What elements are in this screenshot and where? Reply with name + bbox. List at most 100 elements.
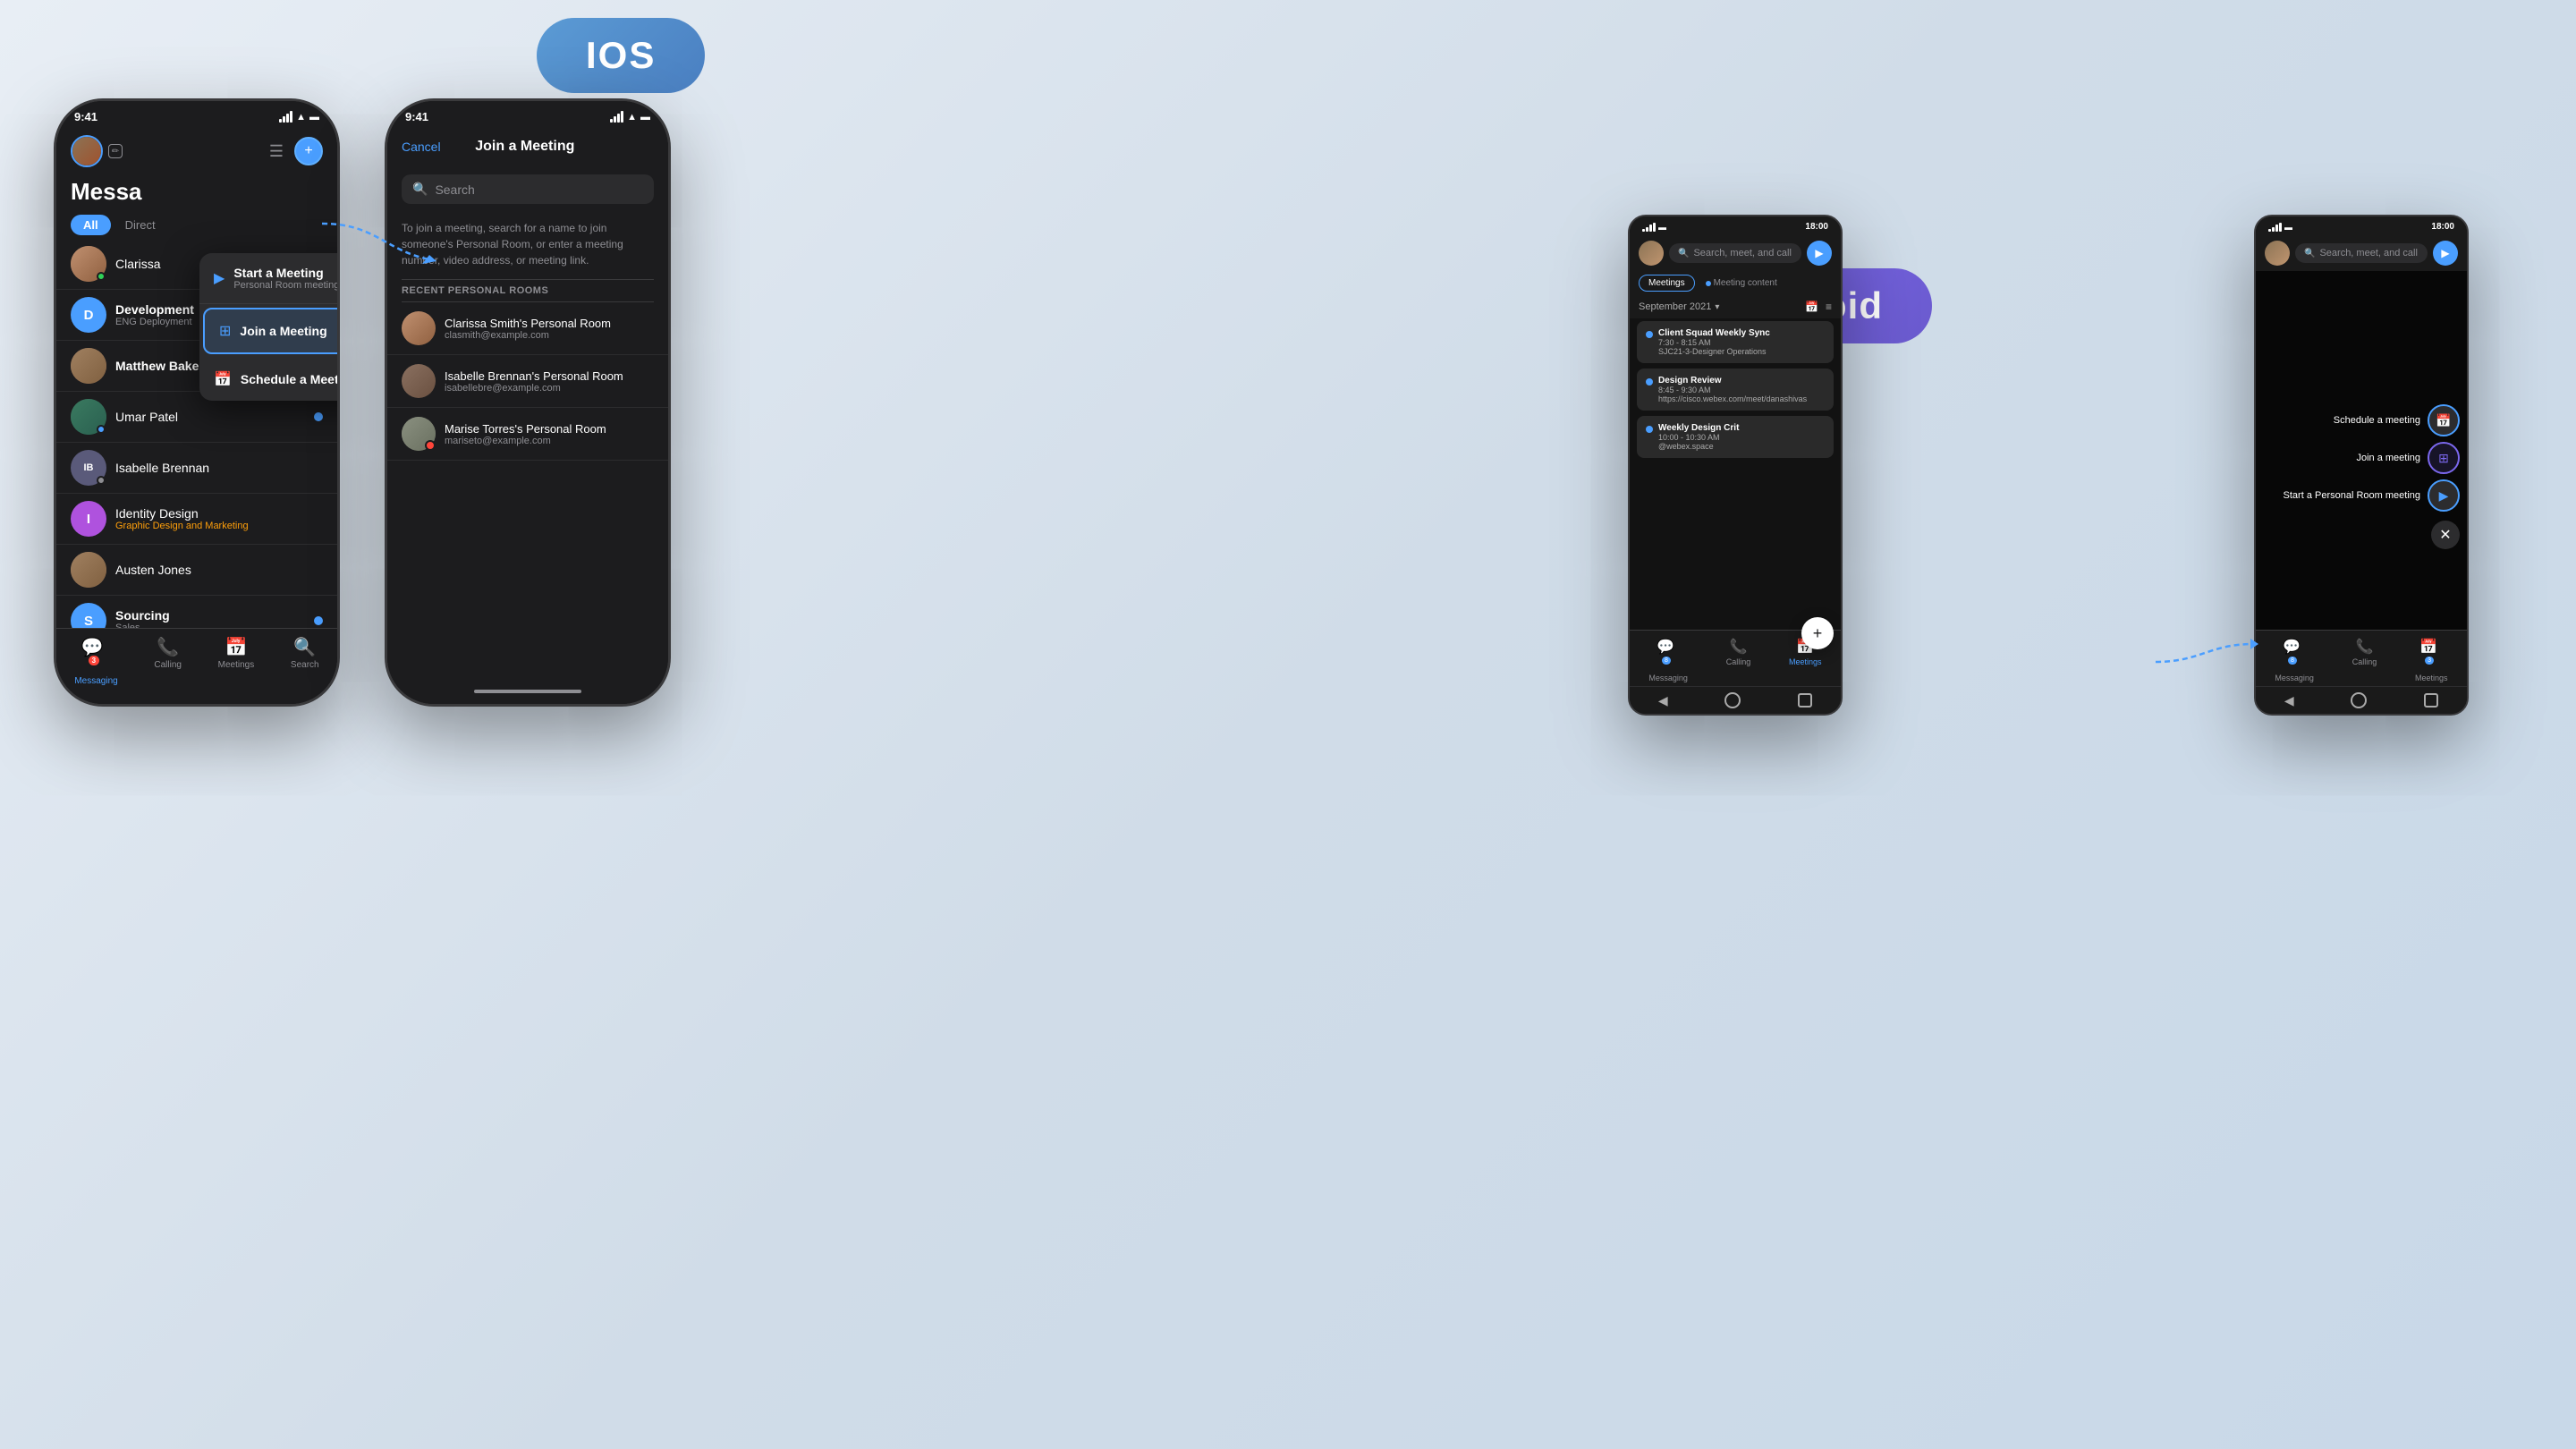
nav-calling[interactable]: 📞 Calling — [1726, 638, 1751, 682]
list-item[interactable]: Client Squad Weekly Sync 7:30 - 8:15 AM … — [1637, 321, 1834, 363]
nav-calling-label: Calling — [154, 660, 182, 670]
schedule-meeting-item[interactable]: Schedule a meeting 📅 — [2284, 404, 2460, 436]
meeting-link: https://cisco.webex.com/meet/danashivas — [1658, 394, 1807, 403]
list-item[interactable]: S Sourcing Sales — [56, 596, 337, 628]
avatar[interactable] — [1639, 241, 1664, 266]
battery-icon: ▬ — [309, 112, 319, 123]
meetings-tab[interactable]: Meetings — [1639, 275, 1695, 292]
recents-icon[interactable] — [1798, 693, 1812, 708]
nav-calling[interactable]: 📞 Calling — [2352, 638, 2377, 682]
bottom-nav: 💬 8 Messaging 📞 Calling 📅 3 Meetings — [2256, 630, 2467, 686]
start-meeting-option[interactable]: ▶ Start a Meeting Personal Room meeting — [199, 253, 340, 304]
video-call-button[interactable]: ▶ — [2433, 241, 2458, 266]
search-placeholder[interactable]: Search, meet, and call — [2319, 248, 2417, 258]
compose-icon[interactable]: ✏ — [108, 144, 123, 158]
meetings-list: Client Squad Weekly Sync 7:30 - 8:15 AM … — [1630, 318, 1841, 630]
back-icon[interactable]: ◀ — [1658, 693, 1668, 708]
home-icon[interactable] — [1724, 692, 1741, 708]
list-item[interactable]: IB Isabelle Brennan — [56, 443, 337, 494]
nav-messaging[interactable]: 💬 3 Messaging — [74, 636, 117, 686]
battery-icon: ▬ — [2284, 223, 2292, 232]
join-meeting-option[interactable]: ⊞ Join a Meeting — [203, 308, 340, 354]
wifi-icon: ▲ — [627, 112, 637, 123]
nav-search[interactable]: 🔍 Search — [291, 636, 319, 686]
list-item[interactable]: Austen Jones — [56, 545, 337, 596]
schedule-meeting-option[interactable]: 📅 Schedule a Meeting — [199, 358, 340, 401]
avatar: S — [71, 603, 106, 628]
search-input[interactable]: Search — [435, 182, 474, 197]
meeting-time: 8:45 - 9:30 AM — [1658, 386, 1807, 394]
search-placeholder[interactable]: Search, meet, and call — [1693, 248, 1791, 258]
phone1-status-bar: 9:41 ▲ ▬ — [56, 101, 337, 128]
fab-button[interactable]: + — [1801, 617, 1834, 649]
join-meeting-button[interactable]: ⊞ — [2428, 442, 2460, 474]
phone4-time: 18:00 — [2431, 222, 2454, 232]
meeting-time: 10:00 - 10:30 AM — [1658, 433, 1739, 442]
nav-meetings-label: Meetings — [218, 660, 255, 670]
schedule-meeting-label: Schedule a meeting — [2334, 415, 2420, 426]
list-item[interactable]: Design Review 8:45 - 9:30 AM https://cis… — [1637, 369, 1834, 411]
nav-messaging-label: Messaging — [1648, 674, 1688, 682]
start-room-button[interactable]: ▶ — [2428, 479, 2460, 512]
search-bar[interactable]: 🔍 Search, meet, and call — [1669, 243, 1801, 263]
avatar[interactable] — [2265, 241, 2290, 266]
nav-calling[interactable]: 📞 Calling — [154, 636, 182, 686]
list-icon[interactable]: ≡ — [1826, 301, 1832, 313]
arrow-connector-android — [2147, 626, 2263, 698]
schedule-meeting-button[interactable]: 📅 — [2428, 404, 2460, 436]
contact-sub: Sales — [115, 623, 305, 628]
join-meeting-item[interactable]: Join a meeting ⊞ — [2284, 442, 2460, 474]
contact-name: Umar Patel — [115, 410, 305, 424]
nav-messaging-label: Messaging — [74, 676, 117, 686]
room-email: isabellebre@example.com — [445, 383, 623, 394]
room-name: Isabelle Brennan's Personal Room — [445, 369, 623, 383]
list-item[interactable]: I Identity Design Graphic Design and Mar… — [56, 494, 337, 545]
nav-meetings[interactable]: 📅 3 Meetings — [2415, 638, 2448, 682]
nav-messaging[interactable]: 💬 8 Messaging — [1648, 638, 1688, 682]
android-header: 🔍 Search, meet, and call ▶ — [1630, 235, 1841, 271]
meeting-link: SJC21-3-Designer Operations — [1658, 347, 1770, 356]
signal-icon — [279, 112, 292, 123]
join-description: To join a meeting, search for a name to … — [387, 213, 668, 279]
search-bar[interactable]: 🔍 Search — [402, 174, 654, 204]
avatar — [71, 348, 106, 384]
user-avatar[interactable] — [71, 135, 103, 167]
list-item[interactable]: Marise Torres's Personal Room mariseto@e… — [387, 408, 668, 461]
list-item[interactable]: Isabelle Brennan's Personal Room isabell… — [387, 355, 668, 408]
search-bar[interactable]: 🔍 Search, meet, and call — [2295, 243, 2428, 263]
calendar-icon[interactable]: 📅 — [1805, 301, 1818, 313]
join-meeting-icon: ⊞ — [219, 322, 231, 340]
close-fab-button[interactable]: ✕ — [2431, 521, 2460, 549]
home-bar — [474, 690, 581, 693]
nav-meetings[interactable]: 📅 Meetings — [218, 636, 255, 686]
android-system-nav: ◀ — [1630, 686, 1841, 714]
cancel-button[interactable]: Cancel — [402, 140, 441, 154]
add-meeting-button[interactable]: + — [294, 137, 323, 165]
recents-icon[interactable] — [2424, 693, 2438, 708]
avatar: IB — [71, 450, 106, 486]
menu-icon[interactable]: ☰ — [269, 142, 284, 161]
nav-messaging[interactable]: 💬 8 Messaging — [2275, 638, 2314, 682]
avatar — [402, 311, 436, 345]
meeting-content-tab[interactable]: Meeting content — [1700, 275, 1783, 292]
meetings-icon: 📅 — [225, 636, 247, 658]
video-call-button[interactable]: ▶ — [1807, 241, 1832, 266]
bottom-nav: 💬 3 Messaging 📞 Calling 📅 Meetings 🔍 Sea… — [56, 628, 337, 704]
home-icon[interactable] — [2351, 692, 2367, 708]
list-item[interactable]: Clarissa Smith's Personal Room clasmith@… — [387, 302, 668, 355]
phone4-frame: ▬ 18:00 🔍 Search, meet, and call ▶ Sched… — [2254, 215, 2469, 716]
back-icon[interactable]: ◀ — [2284, 693, 2294, 708]
filter-direct-tab[interactable]: Direct — [118, 215, 163, 235]
start-room-label: Start a Personal Room meeting — [2284, 490, 2420, 501]
recent-rooms-header: RECENT PERSONAL ROOMS — [387, 280, 668, 301]
contact-name: Identity Design — [115, 506, 323, 521]
room-name: Clarissa Smith's Personal Room — [445, 317, 611, 330]
filter-all-tab[interactable]: All — [71, 215, 111, 235]
start-room-meeting-item[interactable]: Start a Personal Room meeting ▶ — [2284, 479, 2460, 512]
chevron-down-icon: ▾ — [1715, 302, 1719, 312]
phone2-status-icons: ▲ ▬ — [610, 112, 650, 123]
room-name: Marise Torres's Personal Room — [445, 422, 606, 436]
nav-calling-label: Calling — [1726, 657, 1751, 666]
list-item[interactable]: Weekly Design Crit 10:00 - 10:30 AM @web… — [1637, 416, 1834, 458]
avatar: I — [71, 501, 106, 537]
